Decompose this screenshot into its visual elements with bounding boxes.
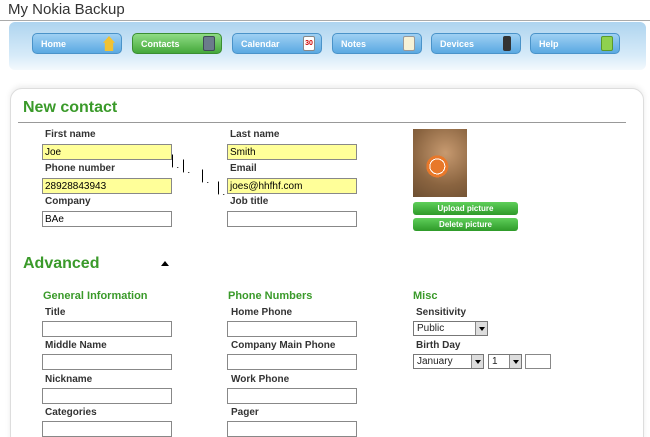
company-main-phone-label: Company Main Phone: [231, 340, 336, 351]
help-book-icon: [601, 36, 613, 51]
birth-month-select[interactable]: January: [413, 354, 484, 369]
tab-calendar[interactable]: Calendar 30: [232, 33, 322, 54]
tab-home[interactable]: Home: [32, 33, 122, 54]
tab-devices[interactable]: Devices: [431, 33, 521, 54]
misc-heading: Misc: [413, 290, 438, 302]
home-icon: [103, 36, 115, 51]
main-nav: Home Contacts Calendar 30 Notes Devices …: [9, 22, 646, 70]
sensitivity-label: Sensitivity: [416, 307, 467, 318]
title-divider: [0, 20, 650, 21]
last-name-field[interactable]: Smith: [227, 144, 357, 160]
first-name-label: First name: [45, 129, 96, 140]
general-info-heading: General Information: [43, 290, 148, 302]
job-title-label: Job title: [230, 196, 269, 207]
phone-number-label: Phone number: [45, 163, 116, 174]
tab-contacts[interactable]: Contacts: [132, 33, 222, 54]
email-label: Email: [230, 163, 257, 174]
collapse-up-icon[interactable]: [161, 261, 169, 266]
heading-divider: [18, 122, 626, 123]
tab-contacts-label: Contacts: [141, 39, 180, 49]
categories-field[interactable]: [42, 421, 172, 437]
birth-day-label: Birth Day: [416, 340, 461, 351]
advanced-heading[interactable]: Advanced: [23, 255, 99, 273]
birth-year-field[interactable]: [525, 354, 551, 369]
home-phone-label: Home Phone: [231, 307, 293, 318]
pager-label: Pager: [231, 407, 259, 418]
birth-day-value: 1: [492, 356, 498, 367]
phone-icon: [503, 36, 511, 51]
nickname-field[interactable]: [42, 388, 172, 404]
categories-label: Categories: [45, 407, 97, 418]
upload-picture-button[interactable]: Upload picture: [413, 202, 518, 215]
middle-name-label: Middle Name: [45, 340, 107, 351]
app-title: My Nokia Backup: [8, 1, 125, 18]
tab-home-label: Home: [41, 39, 67, 49]
chevron-down-icon: [475, 322, 487, 335]
tab-notes-label: Notes: [341, 39, 367, 49]
tab-devices-label: Devices: [440, 39, 475, 49]
email-field[interactable]: joes@hhfhf.com: [227, 178, 357, 194]
birth-month-value: January: [417, 356, 453, 367]
phone-number-field[interactable]: 28928843943: [42, 178, 172, 194]
title-label: Title: [45, 307, 66, 318]
chevron-down-icon: [471, 355, 483, 368]
contacts-icon: [203, 36, 215, 51]
notes-icon: [403, 36, 415, 51]
sensitivity-select[interactable]: Public: [413, 321, 488, 336]
contact-photo: [413, 129, 467, 197]
company-field[interactable]: BAe: [42, 211, 172, 227]
work-phone-field[interactable]: [227, 388, 357, 404]
company-label: Company: [45, 196, 91, 207]
content-panel: [10, 88, 644, 437]
first-name-field[interactable]: Joe: [42, 144, 172, 160]
tab-calendar-label: Calendar: [241, 39, 280, 49]
pager-field[interactable]: [227, 421, 357, 437]
nickname-label: Nickname: [45, 374, 93, 385]
phone-numbers-heading: Phone Numbers: [228, 290, 313, 302]
sensitivity-value: Public: [417, 323, 445, 334]
company-main-phone-field[interactable]: [227, 354, 357, 370]
tab-help-label: Help: [539, 39, 559, 49]
delete-picture-button[interactable]: Delete picture: [413, 218, 518, 231]
chevron-down-icon: [509, 355, 521, 368]
work-phone-label: Work Phone: [231, 374, 290, 385]
middle-name-field[interactable]: [42, 354, 172, 370]
birth-day-select[interactable]: 1: [488, 354, 522, 369]
home-phone-field[interactable]: [227, 321, 357, 337]
calendar-icon: 30: [303, 36, 315, 51]
new-contact-heading: New contact: [23, 99, 118, 116]
tab-notes[interactable]: Notes: [332, 33, 422, 54]
tab-help[interactable]: Help: [530, 33, 620, 54]
last-name-label: Last name: [230, 129, 280, 140]
title-field[interactable]: [42, 321, 172, 337]
job-title-field[interactable]: [227, 211, 357, 227]
